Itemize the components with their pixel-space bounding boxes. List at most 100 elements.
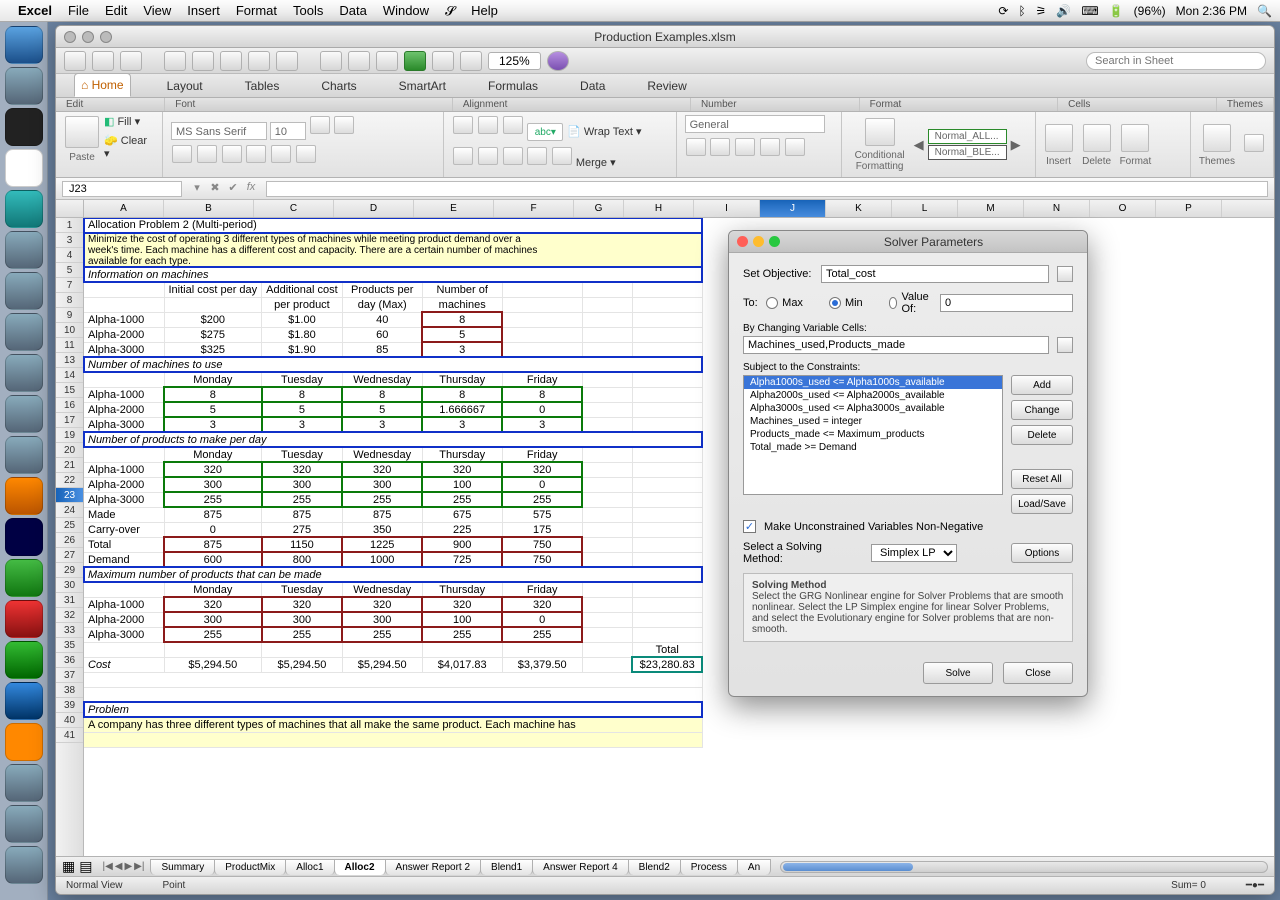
name-box[interactable]: J23 xyxy=(62,181,182,197)
zoom-slider[interactable]: ━●━ xyxy=(1246,880,1264,891)
format-cells-button[interactable] xyxy=(1121,124,1149,152)
solver-titlebar[interactable]: Solver Parameters xyxy=(729,231,1087,253)
font-name-select[interactable]: MS Sans Serif xyxy=(171,122,267,140)
window-titlebar[interactable]: Production Examples.xlsm xyxy=(56,26,1274,48)
align-top-icon[interactable] xyxy=(453,116,473,134)
save-icon[interactable] xyxy=(64,51,86,71)
style-prev-icon[interactable]: ◀ xyxy=(914,137,924,153)
sheet-tab-active[interactable]: Alloc2 xyxy=(334,859,386,875)
show-formulas-icon[interactable] xyxy=(432,51,454,71)
undo-icon[interactable] xyxy=(92,51,114,71)
tab-review[interactable]: Review xyxy=(641,75,692,97)
align-right-icon[interactable] xyxy=(503,147,523,165)
align-middle-icon[interactable] xyxy=(478,116,498,134)
increase-decimal-icon[interactable] xyxy=(760,138,780,156)
autosum-icon[interactable] xyxy=(320,51,342,71)
menu-script-icon[interactable]: 𝓢 xyxy=(445,3,455,19)
number-format-select[interactable]: General xyxy=(685,115,825,133)
grow-font-icon[interactable] xyxy=(310,116,330,134)
constraint-item[interactable]: Alpha2000s_used <= Alpha2000s_available xyxy=(744,389,1002,402)
dock-app-10-icon[interactable] xyxy=(5,395,43,433)
options-button[interactable]: Options xyxy=(1011,543,1073,563)
cell-style-1[interactable]: Normal_ALL... xyxy=(928,129,1007,144)
cancel-formula-icon[interactable]: ✖ xyxy=(206,181,224,197)
align-bottom-icon[interactable] xyxy=(503,116,523,134)
row-headers[interactable]: 1345789101113141516171920212223242526272… xyxy=(56,218,84,856)
toolbox-icon[interactable] xyxy=(460,51,482,71)
dock-finder-icon[interactable] xyxy=(5,26,43,64)
horizontal-scrollbar[interactable] xyxy=(780,861,1268,873)
increase-indent-icon[interactable] xyxy=(552,147,572,165)
dock-app-16-icon[interactable] xyxy=(5,641,43,679)
fill-color-icon[interactable] xyxy=(271,145,291,163)
close-button[interactable]: Close xyxy=(1003,662,1073,684)
reset-all-button[interactable]: Reset All xyxy=(1011,469,1073,489)
battery-icon[interactable]: 🔋 xyxy=(1109,4,1124,18)
menu-insert[interactable]: Insert xyxy=(187,3,220,19)
sort-desc-icon[interactable] xyxy=(376,51,398,71)
dock-word-icon[interactable] xyxy=(5,518,43,556)
italic-icon[interactable] xyxy=(197,145,217,163)
sync-icon[interactable]: ⟳ xyxy=(998,4,1008,18)
solver-dialog[interactable]: Solver Parameters Set Objective: To: Max… xyxy=(728,230,1088,697)
menu-format[interactable]: Format xyxy=(236,3,277,19)
load-save-button[interactable]: Load/Save xyxy=(1011,494,1073,514)
themes-button[interactable] xyxy=(1203,124,1231,152)
mac-menu-bar[interactable]: Excel File Edit View Insert Format Tools… xyxy=(0,0,1280,22)
zoom-level[interactable]: 125% xyxy=(488,52,541,70)
changing-cells-input[interactable] xyxy=(743,336,1049,354)
help-icon[interactable] xyxy=(547,51,569,71)
tab-tables[interactable]: Tables xyxy=(239,75,286,97)
dock-excel-icon[interactable] xyxy=(5,559,43,597)
conditional-format-button[interactable] xyxy=(865,118,895,146)
print-icon[interactable] xyxy=(164,51,186,71)
dock-app-20-icon[interactable] xyxy=(5,805,43,843)
sheet-tab[interactable]: An xyxy=(737,859,771,875)
volume-icon[interactable]: 🔊 xyxy=(1056,4,1071,18)
radio-valueof[interactable] xyxy=(889,297,898,309)
constraint-item[interactable]: Alpha1000s_used <= Alpha1000s_available xyxy=(744,376,1002,389)
bluetooth-icon[interactable]: ᛒ xyxy=(1018,4,1025,18)
redo-icon[interactable] xyxy=(120,51,142,71)
currency-icon[interactable] xyxy=(686,138,706,156)
copy-icon[interactable] xyxy=(220,51,242,71)
app-name[interactable]: Excel xyxy=(18,3,52,19)
menu-file[interactable]: File xyxy=(68,3,89,19)
dock-settings-icon[interactable] xyxy=(5,108,43,146)
dock-app-7-icon[interactable] xyxy=(5,272,43,310)
cut-icon[interactable] xyxy=(192,51,214,71)
menu-view[interactable]: View xyxy=(143,3,171,19)
tab-first-icon[interactable]: |◀ xyxy=(102,861,112,872)
spreadsheet-grid[interactable]: Allocation Problem 2 (Multi-period) Mini… xyxy=(84,218,703,856)
dock-trash-icon[interactable] xyxy=(5,846,43,884)
cell-style-2[interactable]: Normal_BLE... xyxy=(928,145,1007,160)
sheet-tab[interactable]: ProductMix xyxy=(214,859,286,875)
fx-toggle-icon[interactable] xyxy=(404,51,426,71)
tab-formulas[interactable]: Formulas xyxy=(482,75,544,97)
percent-icon[interactable] xyxy=(710,138,730,156)
dock-ichat-icon[interactable] xyxy=(5,190,43,228)
add-constraint-button[interactable]: Add xyxy=(1011,375,1073,395)
constraint-item[interactable]: Alpha3000s_used <= Alpha3000s_available xyxy=(744,402,1002,415)
orientation-icon[interactable]: abc▾ xyxy=(527,123,563,141)
spotlight-icon[interactable]: 🔍 xyxy=(1257,4,1272,18)
insert-cells-button[interactable] xyxy=(1045,124,1073,152)
tab-data[interactable]: Data xyxy=(574,75,611,97)
search-input[interactable] xyxy=(1086,52,1266,70)
align-center-icon[interactable] xyxy=(478,147,498,165)
delete-constraint-button[interactable]: Delete xyxy=(1011,425,1073,445)
dock-app-19-icon[interactable] xyxy=(5,764,43,802)
valueof-input[interactable] xyxy=(940,294,1073,312)
font-size-select[interactable]: 10 xyxy=(270,122,306,140)
sheet-tab[interactable]: Summary xyxy=(150,859,215,875)
accept-formula-icon[interactable]: ✔ xyxy=(224,181,242,197)
fill-button[interactable]: ◧ Fill ▾ xyxy=(104,115,154,128)
sheet-tab[interactable]: Alloc1 xyxy=(285,859,334,875)
decrease-decimal-icon[interactable] xyxy=(785,138,805,156)
menu-tools[interactable]: Tools xyxy=(293,3,323,19)
dialog-close-icon[interactable] xyxy=(737,236,748,247)
clear-button[interactable]: 🧽 Clear ▾ xyxy=(104,134,154,160)
solve-button[interactable]: Solve xyxy=(923,662,993,684)
select-all-corner[interactable] xyxy=(56,200,84,218)
paste-button[interactable] xyxy=(65,116,99,148)
